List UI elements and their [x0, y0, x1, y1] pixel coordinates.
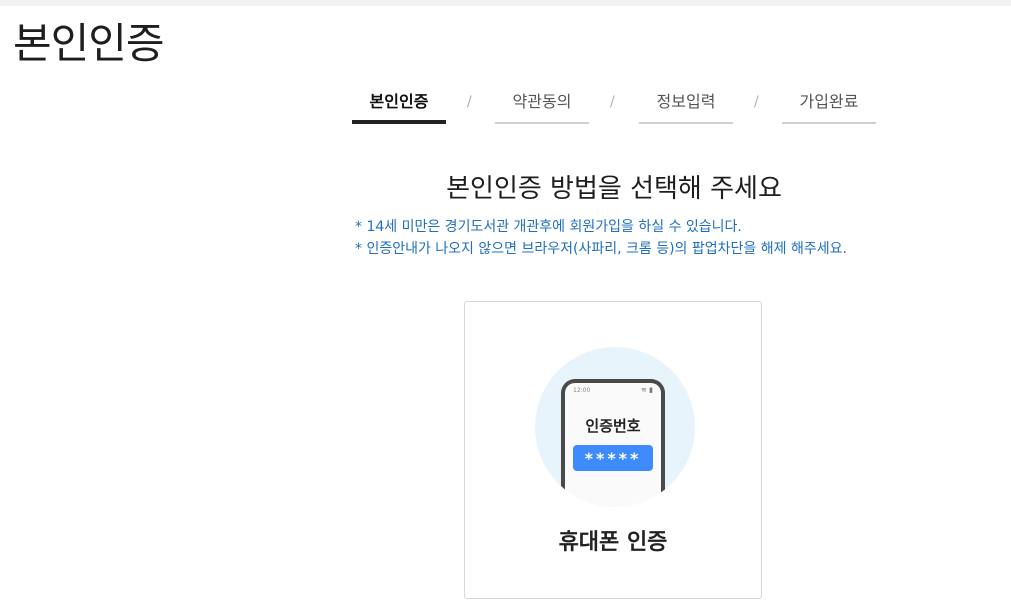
battery-icon: ▮: [649, 386, 653, 394]
step-identity-verification[interactable]: 본인인증: [352, 88, 446, 124]
step-separator: /: [754, 94, 759, 110]
notice-item: * 14세 미만은 경기도서관 개관후에 회원가입을 하실 수 있습니다.: [355, 219, 742, 235]
mobile-auth-card[interactable]: 12:00 ≋ ▮ 인증번호 ***** 휴대폰 인증: [464, 301, 762, 599]
top-bar: [0, 0, 1011, 6]
step-separator: /: [467, 94, 472, 110]
step-signup-complete[interactable]: 가입완료: [782, 88, 876, 124]
step-terms-agreement[interactable]: 약관동의: [495, 88, 589, 124]
phone-illustration: 12:00 ≋ ▮ 인증번호 *****: [535, 347, 695, 507]
phone-screen-label: 인증번호: [585, 417, 641, 435]
step-separator: /: [610, 94, 615, 110]
notice-list: * 14세 미만은 경기도서관 개관후에 회원가입을 하실 수 있습니다. * …: [355, 216, 915, 260]
page-title: 본인인증: [13, 19, 165, 68]
mobile-auth-label: 휴대폰 인증: [558, 530, 668, 555]
signup-steps: 본인인증 / 약관동의 / 정보입력 / 가입완료: [352, 88, 876, 124]
step-info-input[interactable]: 정보입력: [639, 88, 733, 124]
section-heading: 본인인증 방법을 선택해 주세요: [446, 174, 782, 204]
status-time: 12:00: [573, 387, 591, 394]
wifi-icon: ≋: [641, 386, 647, 394]
status-icons: ≋ ▮: [641, 386, 653, 394]
notice-item: * 인증안내가 나오지 않으면 브라우저(사파리, 크롬 등)의 팝업차단을 해…: [355, 241, 847, 257]
code-mask-box: *****: [573, 445, 653, 471]
phone-icon: 12:00 ≋ ▮ 인증번호 *****: [561, 379, 665, 507]
